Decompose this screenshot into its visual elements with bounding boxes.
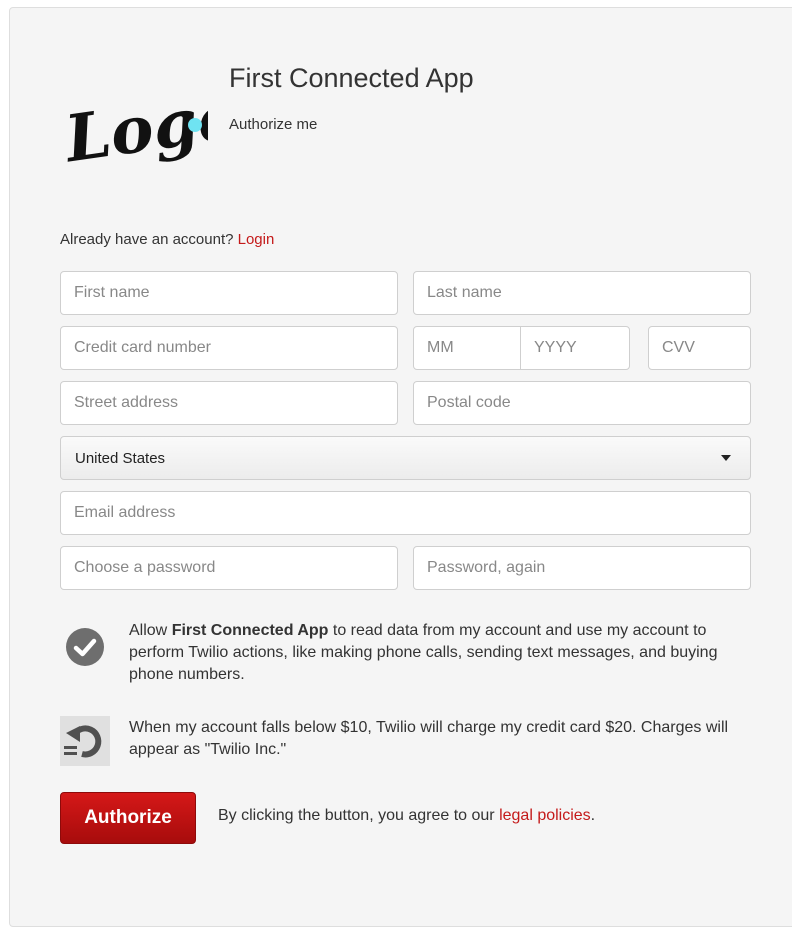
legal-policies-link[interactable]: legal policies <box>499 807 591 824</box>
agreement-suffix: . <box>590 807 596 824</box>
street-address-input[interactable] <box>60 381 398 425</box>
password-again-input[interactable] <box>413 546 751 590</box>
cvv-input[interactable] <box>648 326 751 370</box>
authorize-button[interactable]: Authorize <box>60 792 196 844</box>
email-input[interactable] <box>60 491 751 535</box>
expiry-year-input[interactable] <box>521 327 629 369</box>
login-link[interactable]: Login <box>238 231 275 248</box>
password-input[interactable] <box>60 546 398 590</box>
logo-dot-icon <box>188 118 202 132</box>
login-prompt: Already have an account? Login <box>60 231 274 248</box>
recharge-undo-icon <box>60 716 110 766</box>
first-name-input[interactable] <box>60 271 398 315</box>
postal-code-input[interactable] <box>413 381 751 425</box>
country-select[interactable]: United States <box>60 436 751 480</box>
billing-notice: When my account falls below $10, Twilio … <box>129 719 729 758</box>
app-title: First Connected App <box>229 63 474 93</box>
permission-app-name: First Connected App <box>171 622 329 639</box>
logo-text: Logo <box>59 79 208 178</box>
expiry-month-input[interactable] <box>414 327 520 369</box>
caret-down-icon <box>721 455 731 461</box>
permission-notice: Allow First Connected App to read data f… <box>129 620 749 686</box>
permission-prefix: Allow <box>129 622 172 639</box>
last-name-input[interactable] <box>413 271 751 315</box>
country-selected-value: United States <box>75 450 166 467</box>
app-logo: Logo <box>59 79 208 178</box>
agreement-prefix: By clicking the button, you agree to our <box>218 807 500 824</box>
expiry-group <box>413 326 630 370</box>
app-subtitle: Authorize me <box>229 116 318 133</box>
credit-card-input[interactable] <box>60 326 398 370</box>
login-prompt-text: Already have an account? <box>60 231 234 248</box>
check-circle-icon <box>66 628 104 666</box>
agreement-text: By clicking the button, you agree to our… <box>218 807 595 825</box>
